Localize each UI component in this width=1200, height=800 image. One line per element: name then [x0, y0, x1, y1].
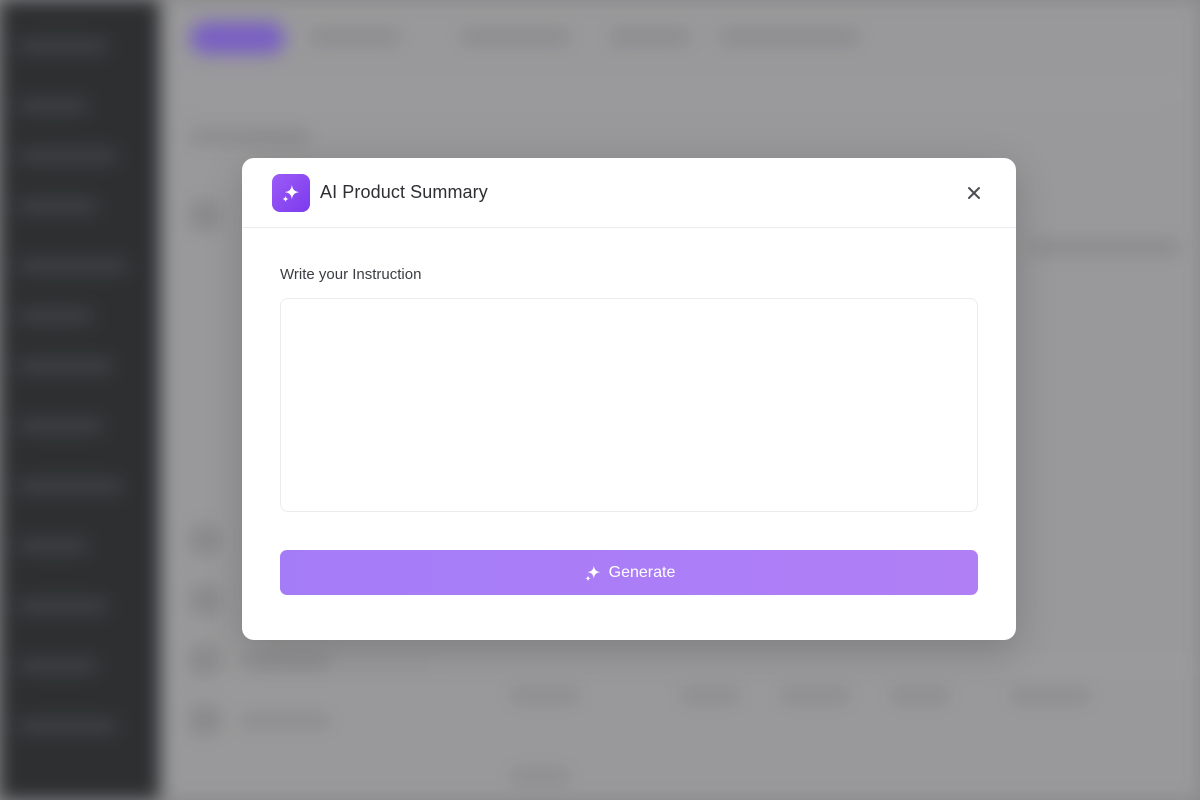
generate-button[interactable]: Generate [280, 550, 978, 595]
ai-summary-dialog: AI Product Summary Write your Instructio… [242, 158, 1016, 640]
dialog-header: AI Product Summary [242, 158, 1016, 228]
sparkle-icon [584, 565, 601, 581]
generate-button-label: Generate [608, 563, 676, 581]
close-icon [968, 186, 980, 199]
instruction-label: Write your Instruction [280, 266, 422, 283]
dialog-title: AI Product Summary [320, 182, 488, 202]
close-button[interactable] [962, 181, 986, 205]
dialog-body: Write your Instruction Generate [242, 228, 1016, 595]
instruction-input[interactable] [280, 298, 978, 512]
sparkle-icon [272, 173, 310, 212]
